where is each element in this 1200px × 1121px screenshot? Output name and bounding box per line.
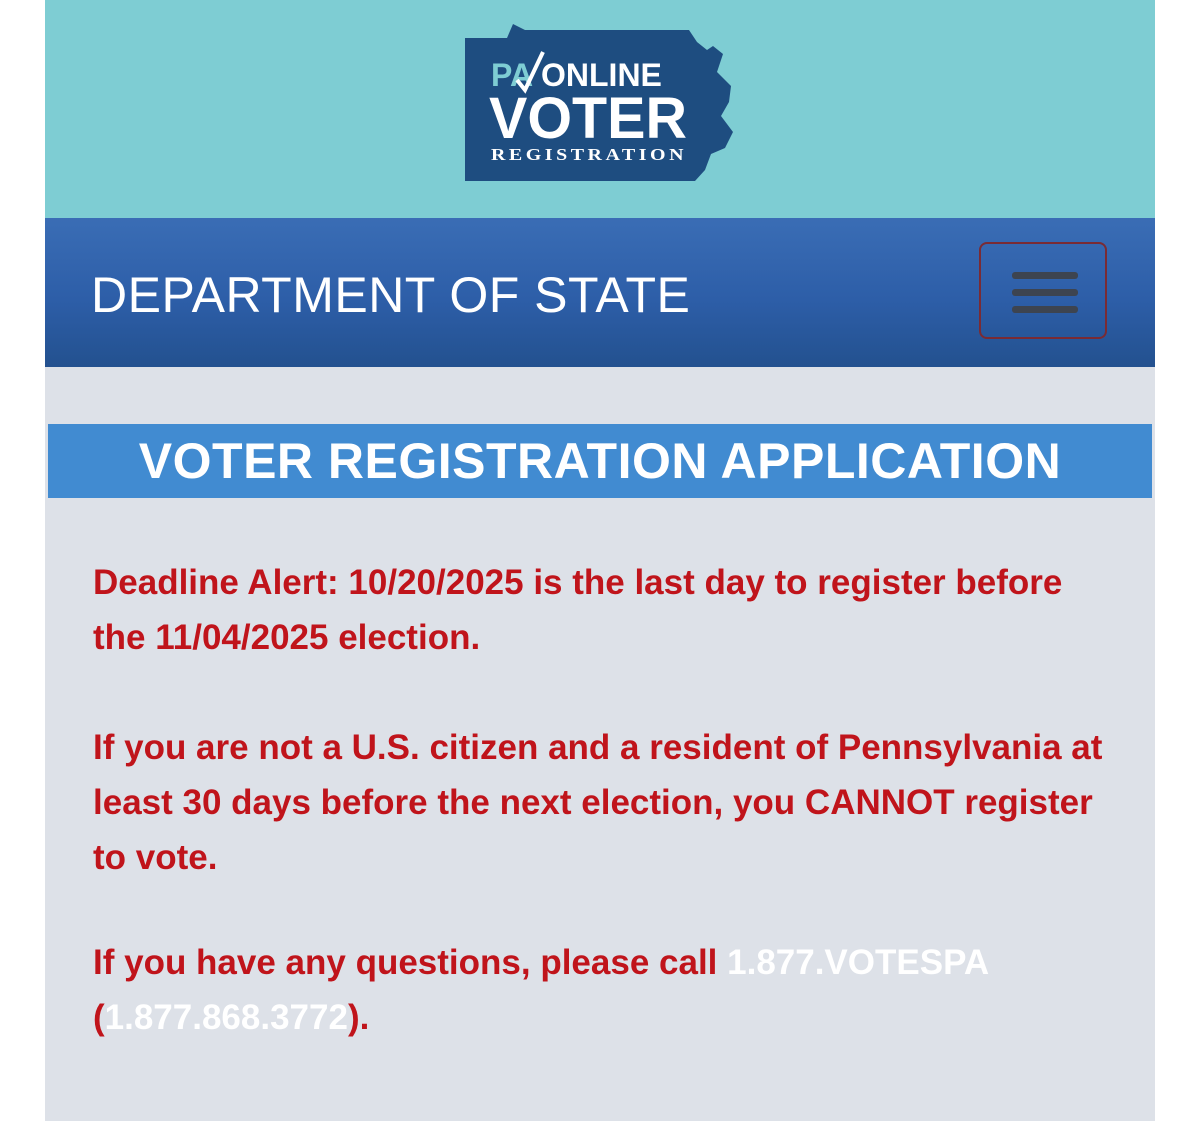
department-title[interactable]: DEPARTMENT OF STATE	[91, 266, 690, 324]
hamburger-icon	[1012, 272, 1078, 279]
pa-online-voter-registration-logo[interactable]: PA ONLINE VOTER REGISTRATION	[461, 20, 741, 185]
section-title: VOTER REGISTRATION APPLICATION	[48, 424, 1152, 498]
hamburger-icon-bar-middle	[1012, 289, 1078, 296]
phone-number-link[interactable]: 1.877.868.3772	[105, 998, 348, 1037]
contact-prefix: If you have any questions, please call	[93, 943, 728, 982]
deadline-alert: Deadline Alert: 10/20/2025 is the last d…	[93, 563, 1063, 657]
logo-registration-text: REGISTRATION	[491, 145, 687, 164]
phone-word-link[interactable]: 1.877.VOTESPA	[727, 943, 988, 982]
menu-button[interactable]	[979, 242, 1107, 339]
top-navigation-bar: DEPARTMENT OF STATE	[45, 218, 1155, 367]
hamburger-icon-bar-bottom	[1012, 306, 1078, 313]
eligibility-notice: If you are not a U.S. citizen and a resi…	[93, 728, 1103, 877]
pennsylvania-state-logo-icon: PA ONLINE VOTER REGISTRATION	[465, 24, 733, 181]
logo-banner: PA ONLINE VOTER REGISTRATION	[45, 0, 1155, 218]
page-frame: PA ONLINE VOTER REGISTRATION DEPARTMENT …	[45, 0, 1155, 1121]
contact-notice: If you have any questions, please call 1…	[93, 935, 1123, 1045]
contact-suffix: ).	[347, 998, 370, 1037]
logo-voter-text: VOTER	[489, 86, 687, 151]
paren-open: (	[93, 998, 105, 1037]
